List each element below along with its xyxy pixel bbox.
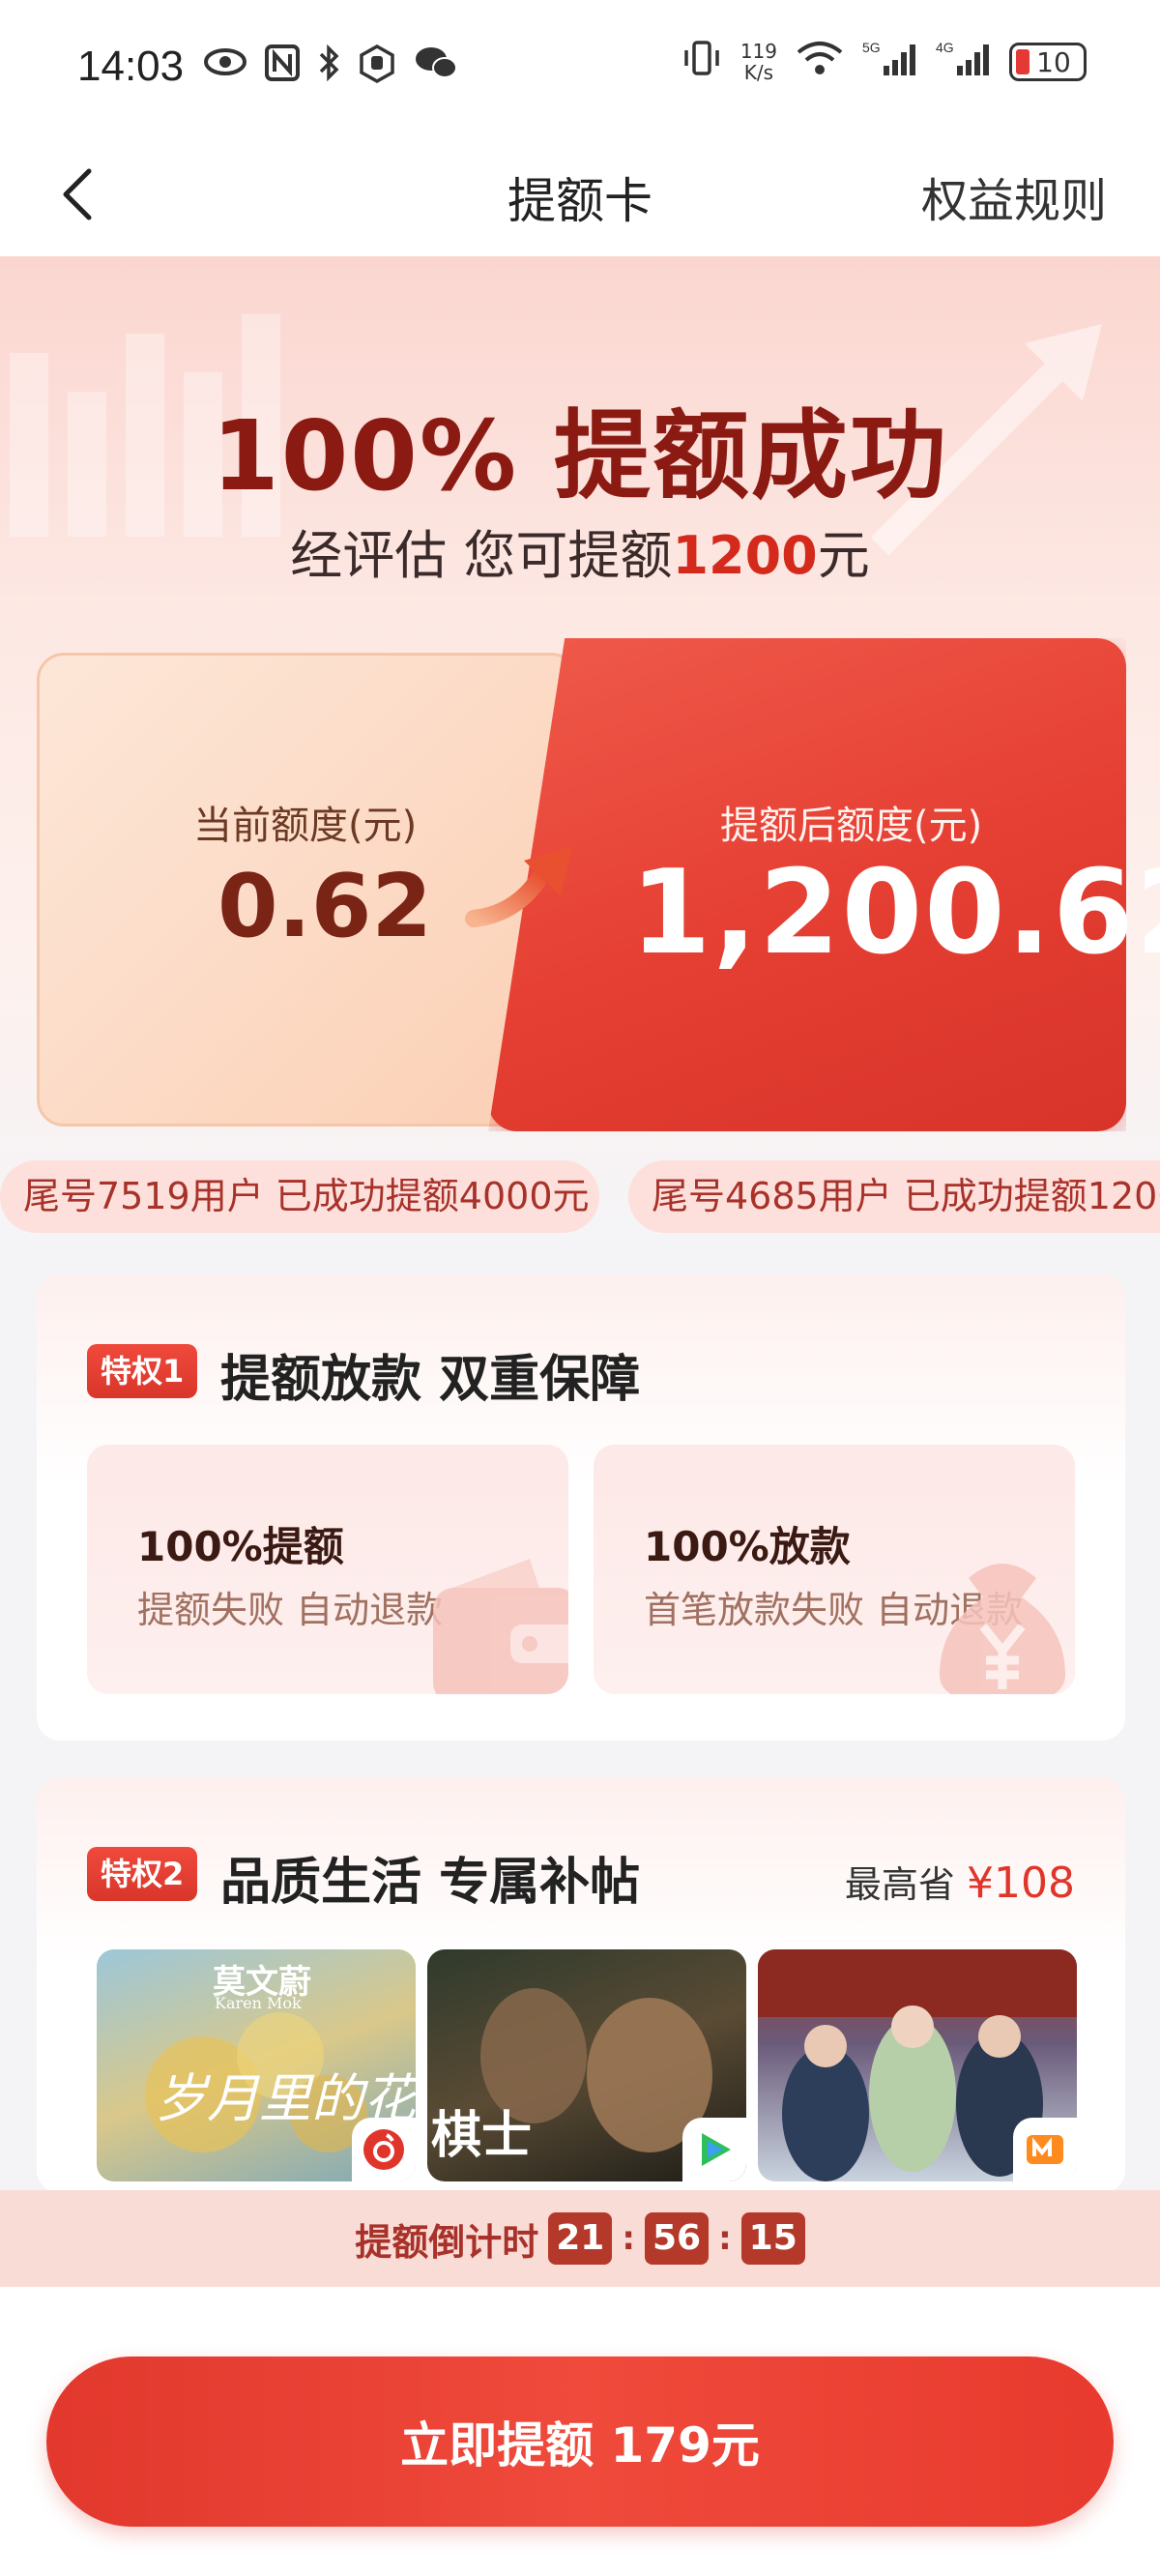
network-speed-value: 119 — [740, 40, 777, 63]
max-savings-amount: ¥108 — [967, 1859, 1075, 1908]
guarantee-limit-desc: 提额失败 自动退款 — [137, 1589, 444, 1631]
privilege-2-badge: 特权2 — [87, 1847, 198, 1901]
hero-title: 100% 提额成功 — [212, 399, 948, 512]
nfc-icon — [265, 44, 300, 92]
hero-subtitle: 经评估 您可提额1200元 — [0, 512, 1160, 589]
new-limit-value: 1,200.62 — [630, 846, 1160, 981]
netease-music-icon — [352, 2118, 416, 2181]
hand-icon — [358, 44, 396, 92]
increase-arrow-icon — [465, 846, 572, 927]
privilege-2-card: 特权2 品质生活 专属补帖 最高省 ¥108 莫文蔚 Karen Mok 岁月里… — [37, 1777, 1125, 2193]
guarantee-loan-heading: 100%放款 — [644, 1523, 851, 1570]
guarantee-loan-card: 100%放款 首笔放款失败 自动退款 — [594, 1445, 1075, 1694]
svg-text:4G: 4G — [936, 40, 954, 55]
ticker-item: 尾号4685用户 已成功提额1200 — [628, 1160, 1160, 1233]
privilege-1-title: 提额放款 双重保障 — [220, 1351, 641, 1409]
countdown-bar: 提额倒计时 21 : 56 : 15 — [0, 2190, 1160, 2287]
countdown-label: 提额倒计时 — [355, 2220, 539, 2264]
hero-section: 100% 提额成功 经评估 您可提额1200元 当前额度(元) 0.62 提额后… — [0, 256, 1160, 1262]
privilege-1-card: 特权1 提额放款 双重保障 100%提额 提额失败 自动退款 100%放款 首笔… — [37, 1274, 1125, 1741]
bluetooth-icon — [317, 44, 340, 92]
new-limit-label: 提额后额度(元) — [720, 804, 983, 848]
signal-4g-icon: 4G — [936, 39, 992, 85]
status-time: 14:03 — [77, 43, 185, 90]
countdown-minutes: 56 — [644, 2212, 710, 2265]
hero-subtitle-amount: 1200 — [672, 525, 818, 586]
poster-artist-sub: Karen Mok — [215, 1994, 302, 2012]
wifi-icon — [795, 39, 845, 85]
bottom-bar: 立即提额 179元 — [0, 2287, 1160, 2576]
membership-poster-video[interactable]: 棋士 — [427, 1949, 746, 2181]
max-savings: 最高省 ¥108 — [845, 1855, 1075, 1908]
status-system-icons: 119 K/s 5G 4G 10 — [681, 39, 1087, 85]
eye-icon — [203, 44, 247, 92]
svg-text:5G: 5G — [862, 40, 881, 55]
membership-poster-drama[interactable] — [758, 1949, 1077, 2181]
rules-link[interactable]: 权益规则 — [921, 162, 1107, 230]
max-savings-label: 最高省 — [844, 1863, 955, 1906]
battery-icon: 10 — [1009, 43, 1087, 81]
wallet-icon — [433, 1559, 568, 1694]
mango-tv-icon — [1013, 2118, 1077, 2181]
money-bag-icon — [940, 1564, 1065, 1694]
raise-limit-button[interactable]: 立即提额 179元 — [46, 2356, 1114, 2527]
wechat-icon — [414, 44, 458, 92]
privilege-2-title: 品质生活 专属补帖 — [220, 1854, 641, 1912]
guarantee-limit-heading: 100%提额 — [137, 1523, 344, 1570]
hero-subtitle-suffix: 元 — [817, 525, 870, 586]
battery-level: 10 — [1036, 45, 1071, 78]
current-limit-value: 0.62 — [218, 856, 433, 957]
ticker-item: 尾号7519用户 已成功提额4000元 — [0, 1160, 599, 1233]
hero-subtitle-prefix: 经评估 您可提额 — [290, 525, 673, 586]
current-limit-label: 当前额度(元) — [193, 804, 418, 848]
nav-bar: 提额卡 权益规则 — [0, 135, 1160, 256]
countdown-hours: 21 — [548, 2212, 613, 2265]
network-speed-unit: K/s — [743, 61, 774, 84]
membership-poster-music[interactable]: 莫文蔚 Karen Mok 岁月里的花 — [97, 1949, 416, 2181]
poster-movie-title: 棋士 — [431, 2106, 533, 2165]
guarantee-limit-card: 100%提额 提额失败 自动退款 — [87, 1445, 568, 1694]
countdown-separator: : — [622, 2219, 635, 2258]
network-speed: 119 K/s — [740, 41, 777, 83]
privilege-1-badge: 特权1 — [87, 1344, 198, 1398]
tencent-video-icon — [682, 2118, 746, 2181]
countdown-separator: : — [718, 2219, 732, 2258]
status-notification-icons — [203, 44, 458, 92]
countdown-seconds: 15 — [740, 2212, 805, 2265]
signal-5g-icon: 5G — [862, 39, 918, 85]
vibrate-icon — [681, 39, 723, 85]
status-bar: 14:03 119 K/s 5G 4G 10 — [0, 0, 1160, 135]
